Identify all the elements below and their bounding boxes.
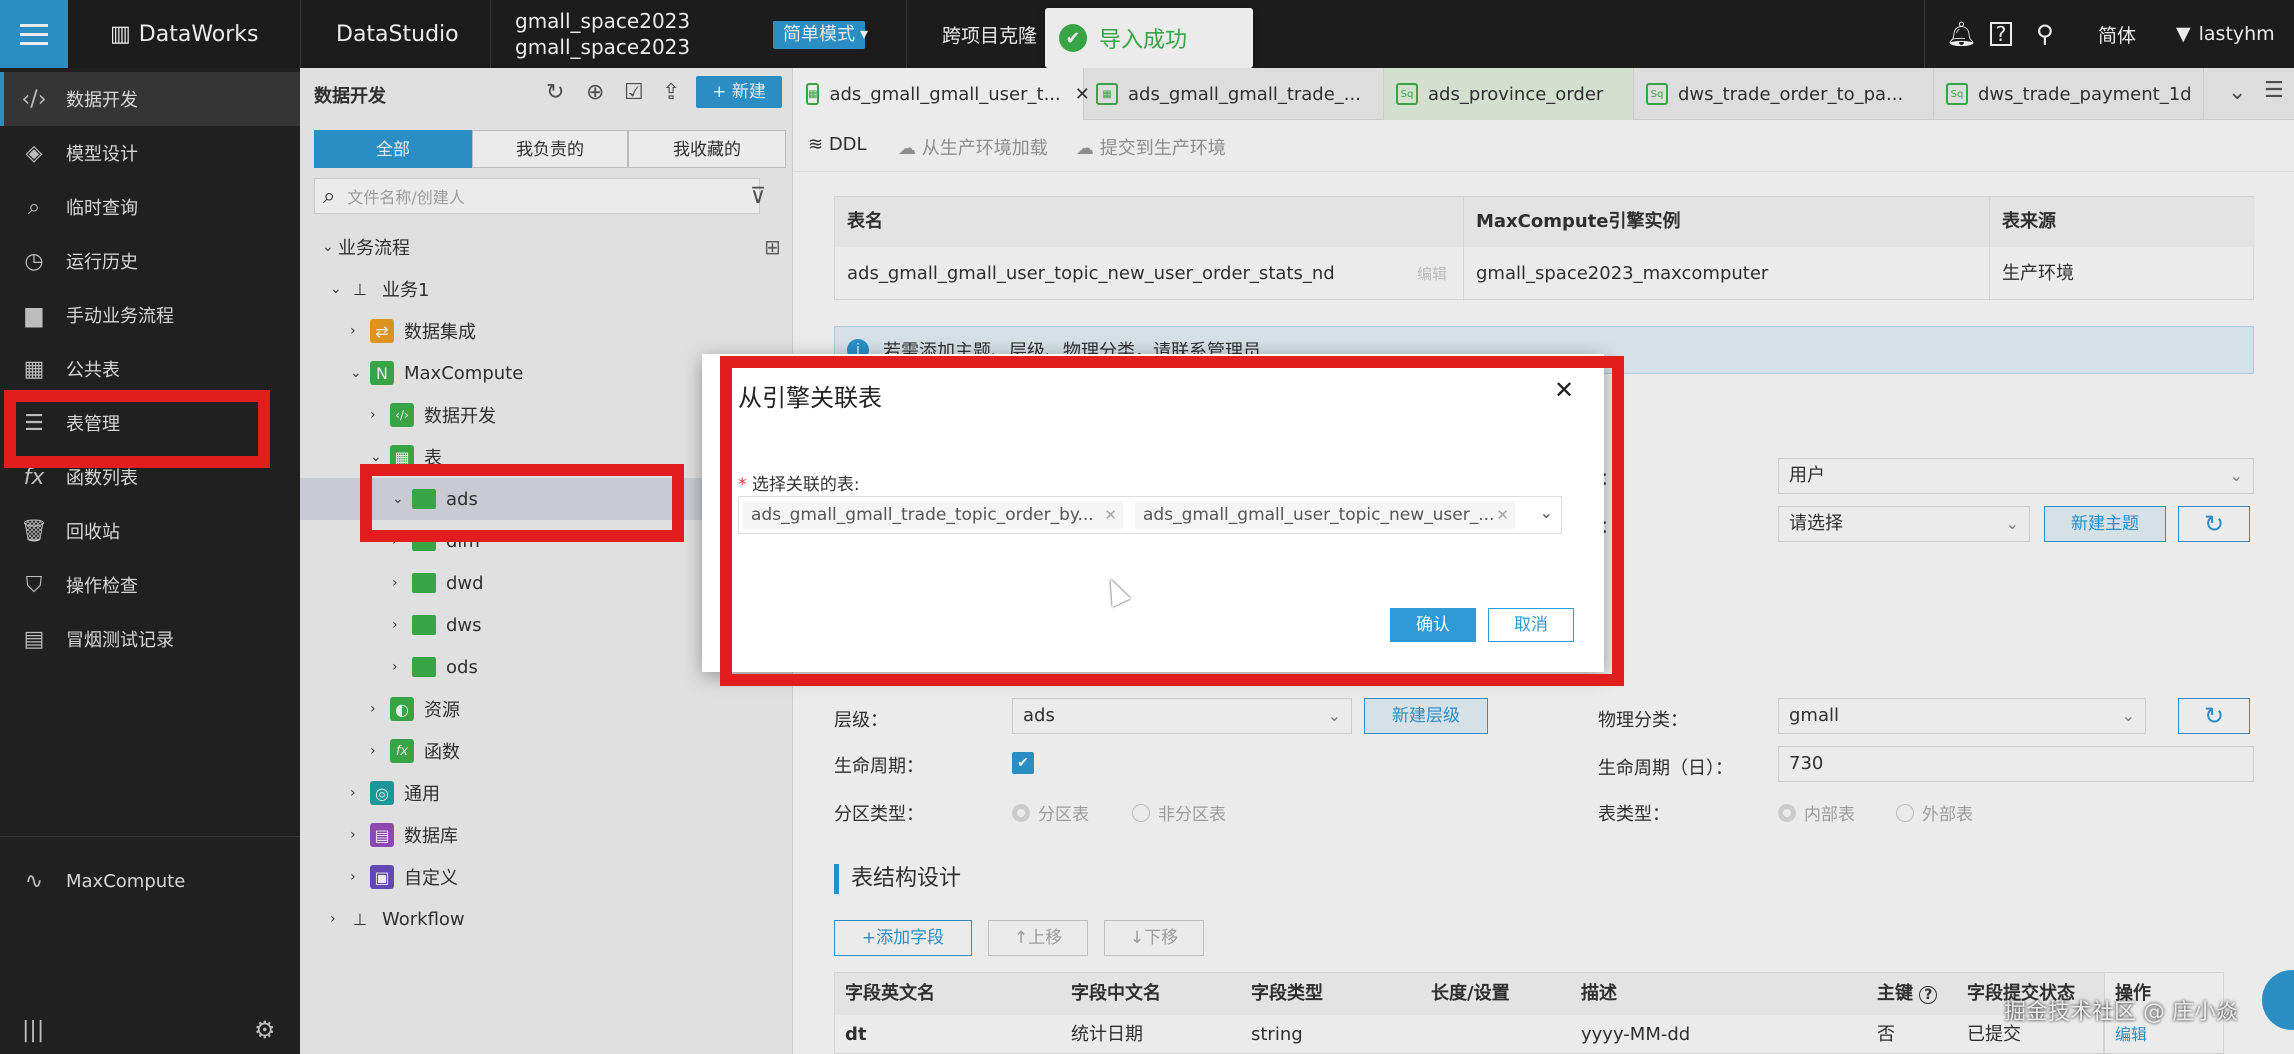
- highlight-box-dialog: [720, 356, 1624, 686]
- highlight-box-table-manage: [4, 390, 270, 468]
- app-window: ▥ DataWorks DataStudio gmall_space2023 g…: [0, 0, 2294, 1054]
- highlight-box-ads: [360, 464, 684, 542]
